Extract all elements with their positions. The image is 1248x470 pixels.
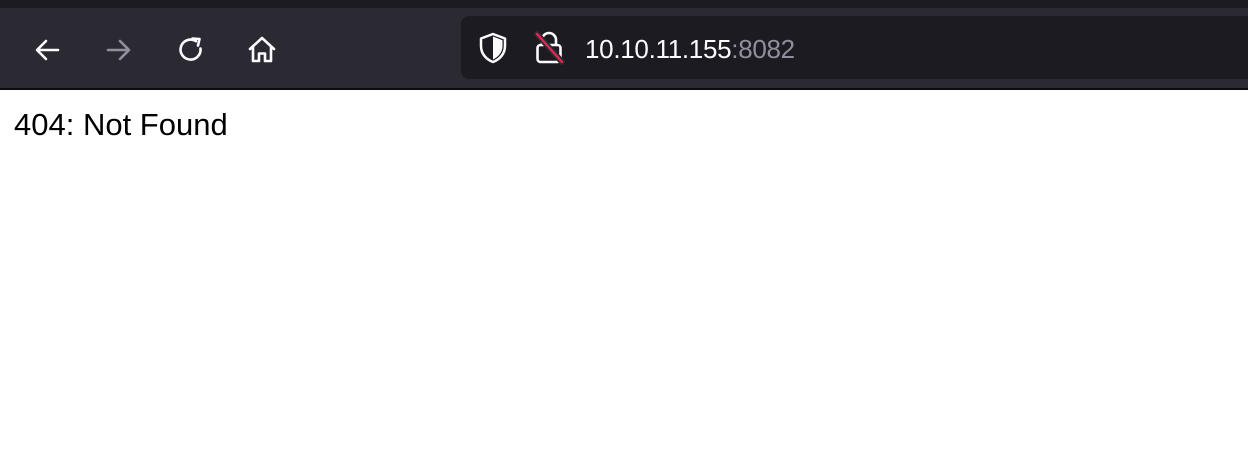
- page-body-text: 404: Not Found: [14, 107, 228, 142]
- url-text[interactable]: 10.10.11.155:8082: [585, 32, 795, 66]
- toolbar-divider: [0, 88, 1248, 90]
- url-port: :8082: [731, 34, 795, 64]
- tab-strip-edge: [0, 0, 1248, 8]
- tracking-protection-button[interactable]: [476, 31, 510, 65]
- arrow-right-icon: [106, 39, 131, 61]
- forward-button[interactable]: [99, 30, 139, 70]
- url-host: 10.10.11.155: [585, 34, 732, 64]
- reload-icon: [179, 37, 202, 61]
- home-icon: [248, 36, 276, 63]
- site-security-button[interactable]: [531, 29, 567, 67]
- back-button[interactable]: [27, 30, 67, 70]
- reload-button[interactable]: [171, 30, 211, 70]
- address-bar[interactable]: [461, 16, 1248, 79]
- shield-icon: [479, 32, 507, 64]
- insecure-lock-icon: [534, 31, 565, 65]
- arrow-left-icon: [35, 39, 60, 61]
- home-button[interactable]: [242, 30, 282, 70]
